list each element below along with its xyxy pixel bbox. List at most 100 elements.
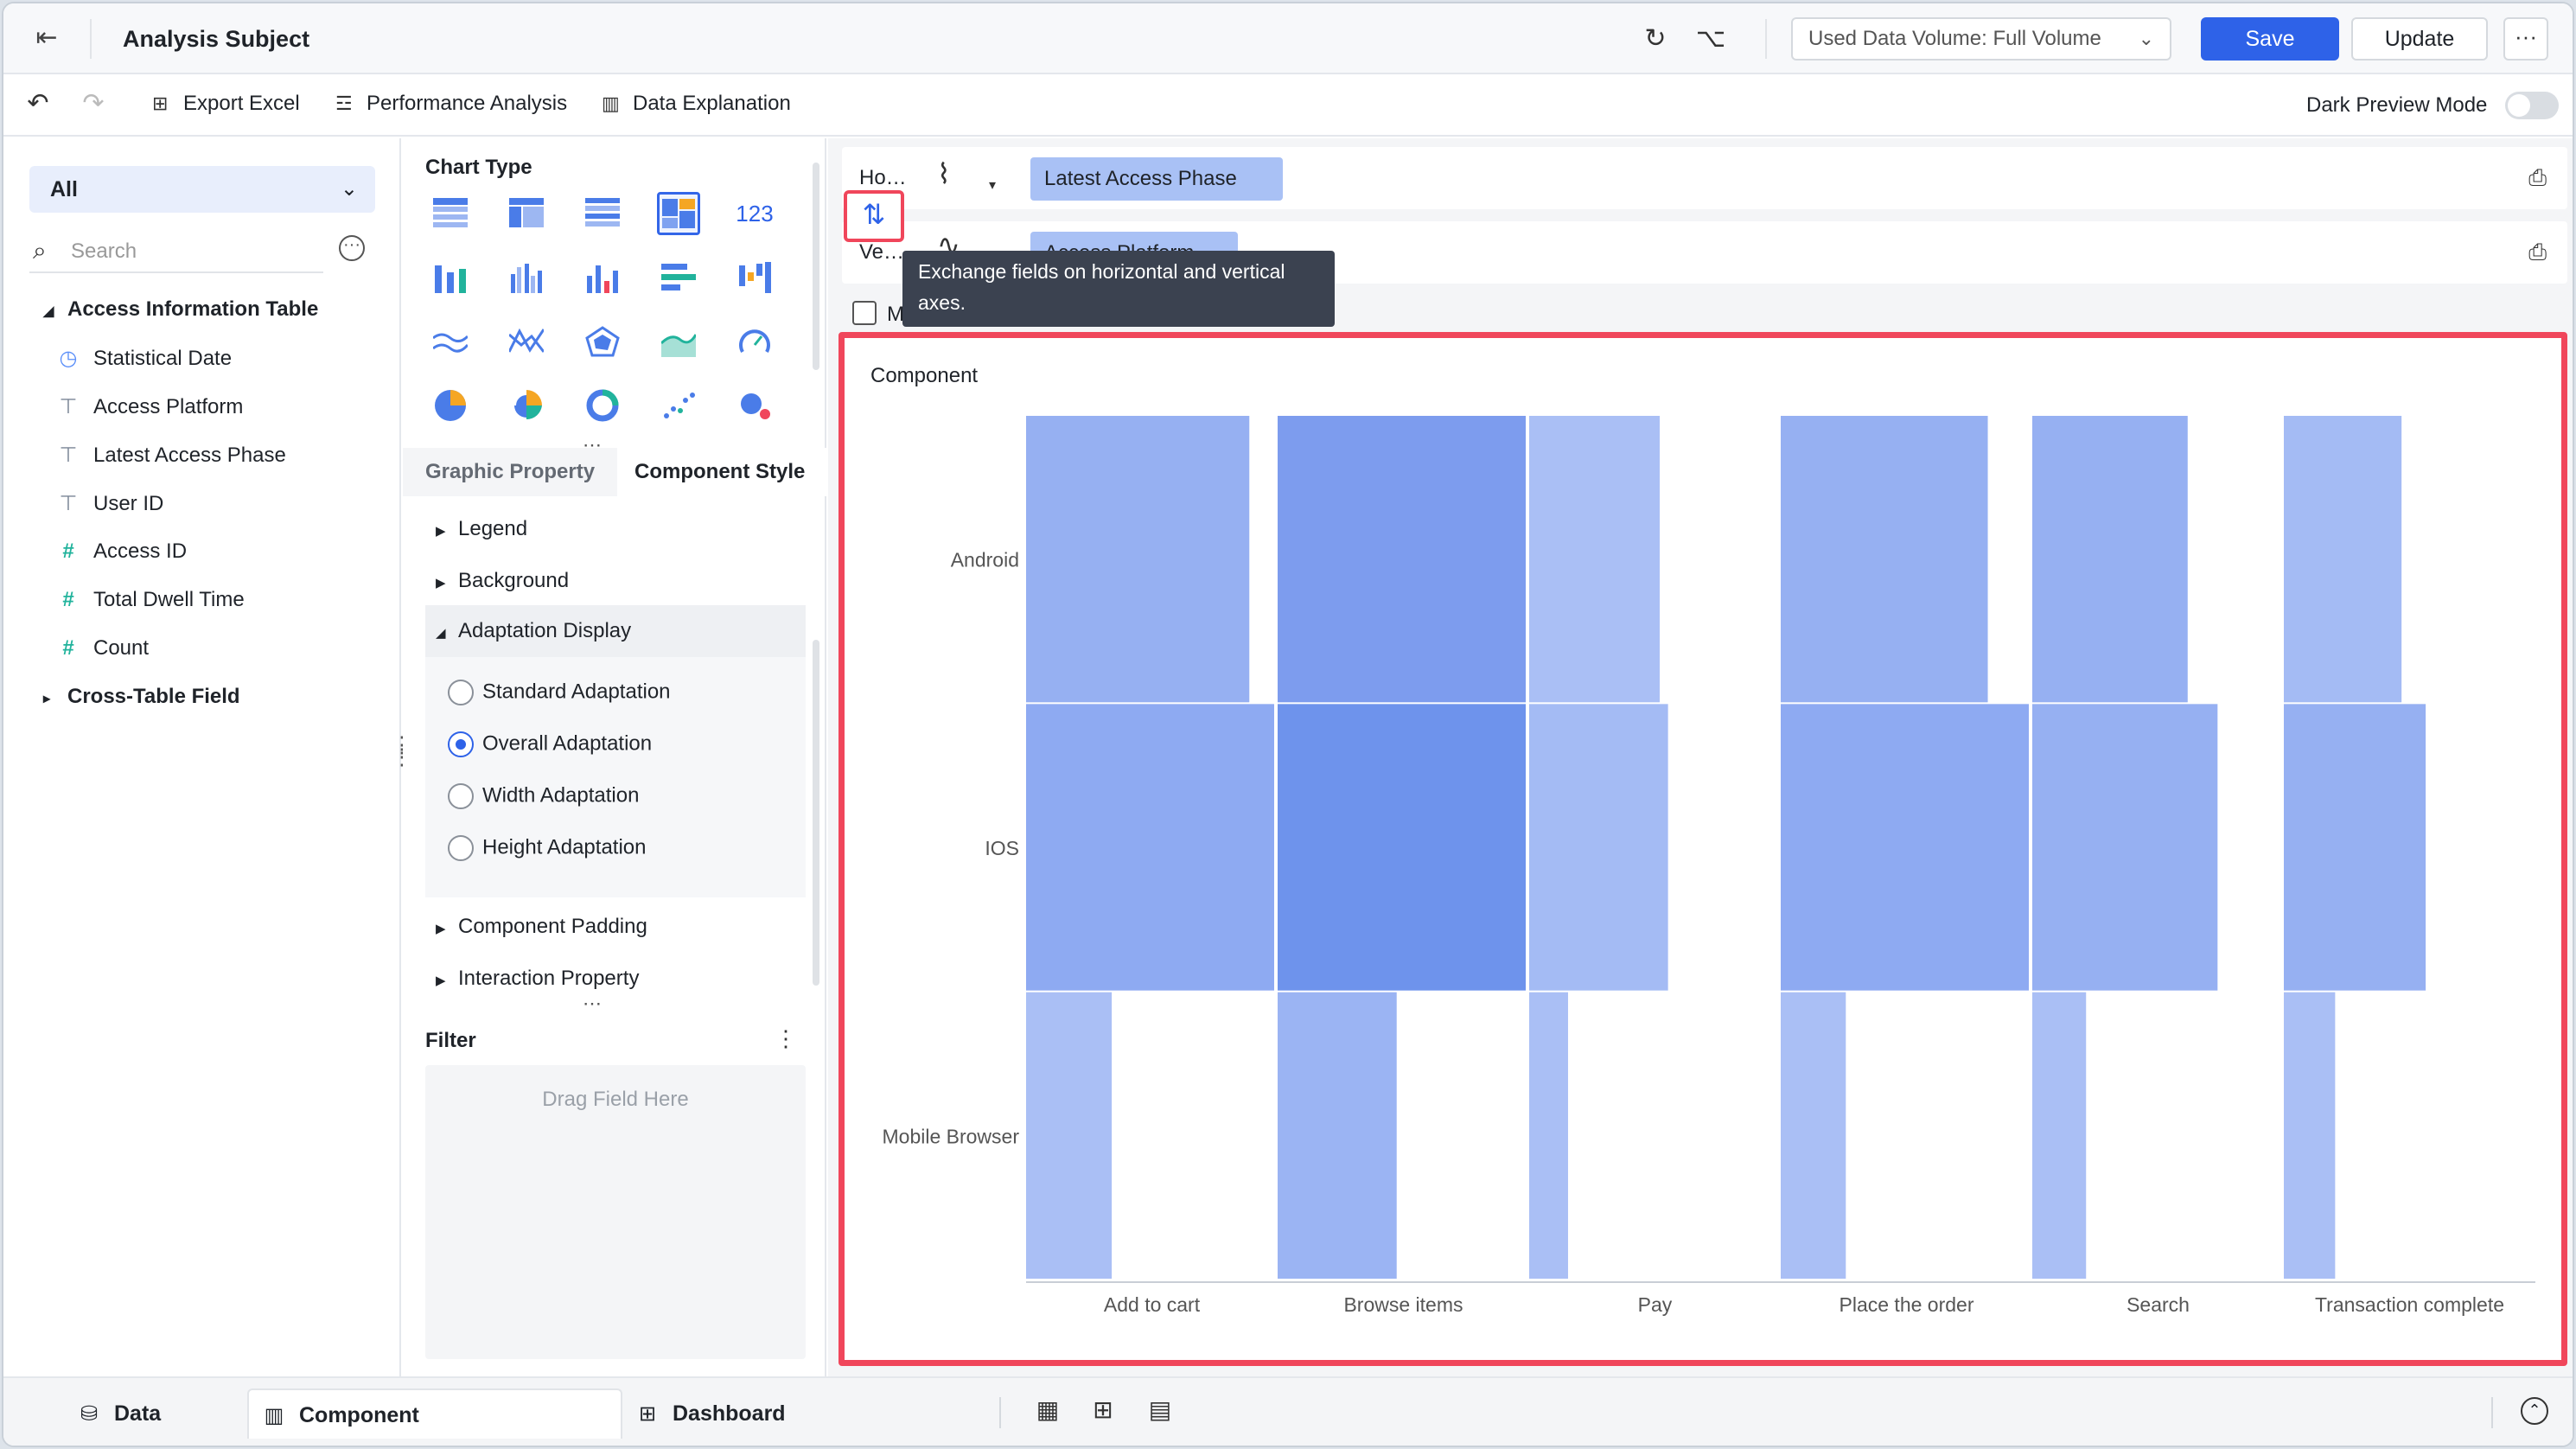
axis-type-icon[interactable]: ⌇: [937, 157, 951, 190]
heatmap-cell[interactable]: [2032, 416, 2188, 703]
add-report-icon[interactable]: ▤: [1143, 1395, 1177, 1424]
pie-chart-icon[interactable]: [429, 384, 472, 427]
heatmap-cell[interactable]: [1026, 992, 1113, 1279]
drag-handle-icon[interactable]: ⋮ ⋮: [391, 733, 413, 768]
caret-down-icon[interactable]: ▾: [989, 176, 996, 194]
field-item[interactable]: ◷ Statistical Date: [55, 346, 233, 371]
heatmap-cell[interactable]: [2284, 704, 2426, 991]
line-chart-icon[interactable]: [429, 320, 472, 363]
bar-chart-icon[interactable]: [581, 256, 624, 299]
heatmap-cell[interactable]: [1781, 992, 1846, 1279]
horizontal-field-pill[interactable]: Latest Access Phase: [1030, 157, 1283, 201]
waterfall-icon[interactable]: [733, 256, 776, 299]
rose-chart-icon[interactable]: [505, 384, 548, 427]
update-button[interactable]: Update: [2351, 17, 2488, 61]
heatmap-cell[interactable]: [1278, 416, 1526, 703]
redo-icon[interactable]: ↷: [76, 88, 111, 118]
exit-icon[interactable]: ⇤: [29, 21, 64, 55]
treemap-chart-icon[interactable]: [657, 192, 700, 235]
field-item[interactable]: # Total Dwell Time: [55, 588, 244, 612]
kpi-number-icon[interactable]: 123: [733, 192, 776, 235]
refresh-icon[interactable]: ↻: [1637, 21, 1674, 57]
heatmap-cell[interactable]: [2032, 704, 2218, 991]
heatmap-cell[interactable]: [1278, 992, 1397, 1279]
scrollbar[interactable]: [813, 640, 819, 986]
filter-drop-zone[interactable]: Drag Field Here: [425, 1065, 806, 1359]
heatmap-cell[interactable]: [1026, 704, 1274, 991]
field-item[interactable]: ⊤ Latest Access Phase: [55, 443, 286, 468]
multi-line-icon[interactable]: [505, 320, 548, 363]
measure-icon: #: [62, 588, 74, 611]
top-header: ⇤ Analysis Subject ↻ ⌥ Used Data Volume:…: [3, 3, 2573, 74]
tab-data[interactable]: ⛁ Data: [76, 1388, 161, 1439]
dark-preview-toggle[interactable]: [2505, 92, 2559, 119]
collapse-up-icon[interactable]: ⌃: [2521, 1397, 2548, 1425]
save-button[interactable]: Save: [2201, 17, 2339, 61]
field-item[interactable]: ⊤ Access Platform: [55, 394, 244, 419]
more-circle-icon[interactable]: ···: [339, 235, 365, 261]
scrollbar[interactable]: [813, 163, 819, 370]
lineage-icon[interactable]: ⌥: [1693, 21, 1729, 57]
prop-legend[interactable]: ▶ Legend: [436, 517, 527, 541]
prop-adaptation-display[interactable]: ◢ Adaptation Display: [436, 619, 631, 643]
heatmap-cell[interactable]: [2284, 992, 2336, 1279]
bubble-chart-icon[interactable]: [733, 384, 776, 427]
heatmap-cell[interactable]: [1781, 416, 1988, 703]
field-settings-icon[interactable]: ⎙: [2528, 239, 2547, 266]
prop-component-padding[interactable]: ▶ Component Padding: [436, 915, 647, 939]
cross-table-icon[interactable]: [581, 192, 624, 235]
scatter-chart-icon[interactable]: [657, 384, 700, 427]
drag-handle-icon[interactable]: ⋯: [583, 993, 602, 1015]
donut-chart-icon[interactable]: [581, 384, 624, 427]
table-chart-icon[interactable]: [429, 192, 472, 235]
tab-graphic-property[interactable]: Graphic Property: [425, 460, 595, 484]
performance-analysis-button[interactable]: ☲ Performance Analysis: [335, 92, 567, 116]
tree-table-access-information[interactable]: ◢ Access Information Table: [43, 297, 318, 322]
radio-width-adaptation[interactable]: Width Adaptation: [448, 783, 639, 809]
performance-icon: ☲: [335, 93, 353, 114]
heatmap-cell[interactable]: [2284, 416, 2402, 703]
horizontal-bar-icon[interactable]: [657, 256, 700, 299]
radio-height-adaptation[interactable]: Height Adaptation: [448, 835, 646, 861]
tab-component-style[interactable]: Component Style: [634, 460, 806, 484]
checkbox[interactable]: [852, 301, 877, 325]
heatmap-cell[interactable]: [1781, 704, 2029, 991]
tree-cross-table-field[interactable]: ▸ Cross-Table Field: [43, 685, 240, 709]
area-chart-icon[interactable]: [657, 320, 700, 363]
gauge-chart-icon[interactable]: [733, 320, 776, 363]
swap-axes-button[interactable]: ⇅: [844, 190, 904, 242]
radar-chart-icon[interactable]: [581, 320, 624, 363]
radio-overall-adaptation[interactable]: Overall Adaptation: [448, 731, 652, 757]
heatmap-cell[interactable]: [1278, 704, 1526, 991]
data-explanation-button[interactable]: ▥ Data Explanation: [602, 92, 791, 116]
tab-component[interactable]: ▥ Component: [247, 1388, 622, 1439]
export-excel-button[interactable]: ⊞ Export Excel: [152, 92, 300, 116]
heatmap-cell[interactable]: [1529, 416, 1660, 703]
chevron-down-icon: ⌄: [2138, 28, 2154, 49]
heatmap-cell[interactable]: [1529, 992, 1568, 1279]
radio-circle: [448, 835, 474, 861]
performance-analysis-label: Performance Analysis: [367, 92, 568, 115]
prop-background[interactable]: ▶ Background: [436, 569, 569, 593]
stacked-bar-icon[interactable]: [429, 256, 472, 299]
field-item[interactable]: # Access ID: [55, 539, 187, 564]
heatmap-cell[interactable]: [1026, 416, 1250, 703]
heatmap-cell[interactable]: [2032, 992, 2087, 1279]
more-vertical-icon[interactable]: ⋮: [775, 1025, 797, 1052]
grouped-table-icon[interactable]: [505, 192, 548, 235]
tab-dashboard[interactable]: ⊞ Dashboard: [634, 1388, 786, 1439]
table-filter-select[interactable]: All ⌄: [29, 166, 375, 213]
prop-interaction-property[interactable]: ▶ Interaction Property: [436, 967, 639, 991]
search-input[interactable]: [71, 237, 313, 266]
more-options-button[interactable]: ···: [2503, 17, 2548, 61]
add-component-icon[interactable]: ▦: [1030, 1395, 1065, 1424]
undo-icon[interactable]: ↶: [21, 88, 55, 118]
heatmap-cell[interactable]: [1529, 704, 1668, 991]
data-volume-select[interactable]: Used Data Volume: Full Volume ⌄: [1791, 17, 2171, 61]
field-item[interactable]: ⊤ User ID: [55, 491, 164, 516]
grouped-bar-icon[interactable]: [505, 256, 548, 299]
add-table-icon[interactable]: ⊞: [1086, 1395, 1120, 1424]
radio-standard-adaptation[interactable]: Standard Adaptation: [448, 680, 671, 705]
field-settings-icon[interactable]: ⎙: [2528, 164, 2547, 192]
field-item[interactable]: # Count: [55, 636, 149, 661]
